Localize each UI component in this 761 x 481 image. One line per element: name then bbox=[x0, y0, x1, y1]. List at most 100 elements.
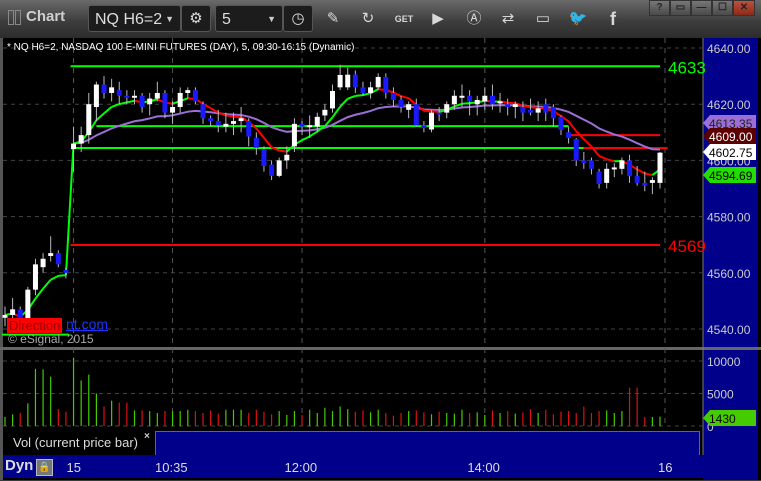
fast-average-segment bbox=[64, 143, 75, 276]
candle-body bbox=[398, 99, 404, 108]
y-tick-label: 4580.00 bbox=[707, 211, 751, 225]
close-study-icon[interactable]: × bbox=[144, 431, 150, 442]
fast-average-segment bbox=[58, 274, 67, 277]
dynamic-mode-label[interactable]: Dyn bbox=[5, 457, 33, 474]
x-tick-label: 16 bbox=[658, 460, 673, 475]
candle-body bbox=[170, 107, 176, 113]
candle-body bbox=[109, 87, 115, 93]
fast-average-segment bbox=[400, 95, 409, 100]
candle-body bbox=[459, 95, 465, 98]
candle-body bbox=[71, 143, 77, 150]
candle-body bbox=[550, 107, 556, 119]
study-panel-bar bbox=[155, 431, 700, 457]
candle-body bbox=[497, 101, 503, 104]
candle-body bbox=[32, 264, 38, 290]
candle-body bbox=[291, 123, 297, 147]
x-tick-label: 10:35 bbox=[155, 460, 188, 475]
candle-body bbox=[40, 258, 46, 268]
candle-body bbox=[246, 121, 252, 137]
fast-average-segment bbox=[362, 92, 371, 97]
fast-average-segment bbox=[636, 168, 646, 175]
volume-tick-label: 10000 bbox=[707, 355, 741, 369]
candle-body bbox=[489, 95, 495, 105]
pane-separator bbox=[0, 347, 761, 350]
candle-body bbox=[177, 92, 183, 108]
candle-body bbox=[383, 76, 389, 93]
candle-body bbox=[86, 104, 92, 136]
candle-body bbox=[474, 99, 480, 105]
fast-average-segment bbox=[606, 158, 615, 163]
volume-tag: 1430 bbox=[709, 412, 736, 426]
study-legend[interactable]: Vol (current price bar) bbox=[3, 430, 155, 455]
fast-average-segment bbox=[347, 94, 356, 100]
time-axis[interactable] bbox=[3, 455, 703, 478]
candle-body bbox=[139, 95, 145, 108]
fast-average-segment bbox=[583, 138, 593, 148]
fast-average-segment bbox=[50, 274, 59, 281]
candle-body bbox=[528, 109, 534, 113]
candle-body bbox=[345, 74, 351, 88]
candle-body bbox=[147, 98, 153, 105]
candle-body bbox=[93, 84, 99, 108]
candle-body bbox=[131, 95, 137, 98]
candle-body bbox=[284, 154, 290, 161]
candle-body bbox=[444, 104, 450, 113]
candle-body bbox=[307, 125, 313, 128]
candle-body bbox=[368, 87, 374, 93]
candle-body bbox=[330, 90, 335, 109]
price-tag: 4609.00 bbox=[709, 130, 753, 144]
volume-tick-label: 5000 bbox=[707, 388, 734, 402]
candle-body bbox=[375, 76, 381, 88]
fast-average-segment bbox=[255, 127, 265, 139]
candle-body bbox=[429, 112, 435, 130]
candle-body bbox=[436, 112, 442, 115]
fast-average-segment bbox=[461, 102, 470, 105]
candle-body bbox=[78, 135, 84, 144]
watermark-link[interactable]: nt.com bbox=[66, 316, 108, 332]
fast-average-segment bbox=[263, 137, 273, 148]
candle-body bbox=[101, 84, 107, 93]
candle-body bbox=[588, 160, 594, 169]
candle-body bbox=[642, 182, 648, 186]
level-label: 4569 bbox=[668, 237, 706, 256]
candle-body bbox=[162, 92, 168, 113]
x-tick-label: 15 bbox=[66, 460, 81, 475]
fast-average-segment bbox=[598, 155, 608, 161]
candle-body bbox=[55, 253, 61, 265]
fast-average-segment bbox=[431, 110, 440, 113]
fast-average-segment bbox=[567, 120, 578, 132]
candle-body bbox=[611, 167, 617, 170]
candle-body bbox=[238, 118, 244, 122]
y-tick-label: 4540.00 bbox=[707, 323, 751, 337]
candle-body bbox=[352, 74, 358, 88]
candle-body bbox=[581, 160, 587, 164]
candle-body bbox=[253, 137, 259, 148]
candle-body bbox=[535, 108, 541, 113]
candle-body bbox=[337, 74, 343, 88]
chart-window: Chart NQ H6=2 ▼ ⚙ 5 ▼ ◷ ✎ ↻ GET ▶ Ⓐ ⇄ ▭ 🐦 … bbox=[0, 0, 761, 481]
price-chart[interactable]: 4540.004560.004580.004600.004620.004640.… bbox=[0, 0, 761, 481]
candle-body bbox=[482, 95, 488, 102]
volume-study-label: Vol (current price bar) bbox=[13, 435, 138, 450]
left-border bbox=[0, 38, 3, 480]
lock-icon[interactable]: 🔒 bbox=[36, 459, 53, 476]
candle-body bbox=[596, 171, 602, 185]
price-tag: 4594.69 bbox=[709, 169, 753, 183]
candle-body bbox=[48, 253, 54, 256]
fast-average-segment bbox=[103, 106, 113, 115]
candle-body bbox=[230, 121, 236, 124]
candle-body bbox=[649, 180, 655, 183]
fast-average-segment bbox=[309, 130, 318, 138]
candle-body bbox=[421, 125, 427, 129]
fast-average-segment bbox=[34, 287, 44, 300]
candle-body bbox=[154, 92, 160, 99]
candle-body bbox=[360, 87, 366, 93]
fast-average-segment bbox=[126, 99, 135, 104]
candle-body bbox=[10, 309, 16, 315]
candle-body bbox=[634, 176, 640, 183]
candle-body bbox=[63, 269, 69, 273]
watermark-logo: Direction bbox=[7, 318, 63, 333]
x-tick-label: 12:00 bbox=[284, 460, 318, 475]
fast-average-segment bbox=[111, 103, 120, 108]
fast-average-segment bbox=[644, 172, 653, 177]
